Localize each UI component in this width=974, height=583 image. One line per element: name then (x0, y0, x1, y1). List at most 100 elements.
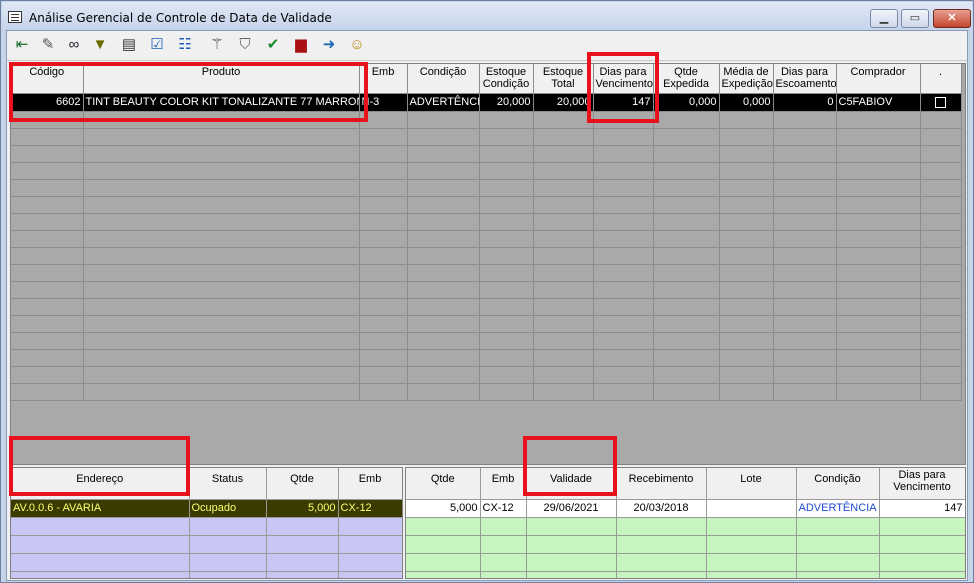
exit-icon[interactable]: ⇤ (10, 33, 34, 57)
printer-icon[interactable]: ▤ (117, 33, 141, 57)
col-status[interactable]: Status (189, 468, 267, 500)
col-flag[interactable]: . (920, 64, 962, 94)
export-icon[interactable]: ➜ (317, 33, 341, 57)
empty-cell (359, 179, 408, 197)
empty-row[interactable] (406, 571, 965, 578)
col-condicao[interactable]: Condição (796, 468, 880, 500)
user-report-icon[interactable]: ☺ (345, 33, 369, 57)
empty-row[interactable] (11, 332, 962, 350)
close-button[interactable]: ✕ (933, 9, 971, 28)
empty-row[interactable] (11, 145, 962, 163)
table-header: Endereço Status Qtde Emb (11, 468, 402, 500)
filter-icon[interactable]: ▼ (88, 33, 112, 57)
edit-pencil-icon[interactable]: ✎ (36, 33, 60, 57)
empty-cell (83, 298, 360, 316)
magic-wand-icon[interactable]: ⚚ (205, 33, 229, 57)
col-comprador[interactable]: Comprador (836, 64, 921, 94)
empty-cell (920, 315, 962, 333)
table-row[interactable]: AV.0.0.6 - AVARIA Ocupado 5,000 CX-12 (11, 499, 402, 518)
col-estoque-total[interactable]: Estoque Total (533, 64, 594, 94)
col-codigo[interactable]: Código (11, 64, 84, 94)
empty-cell (920, 230, 962, 248)
empty-row[interactable] (11, 111, 962, 129)
empty-row[interactable] (11, 281, 962, 299)
empty-row[interactable] (11, 196, 962, 214)
empty-cell (479, 230, 534, 248)
tree-list-icon[interactable]: ☷ (173, 33, 197, 57)
shield-icon[interactable]: ⛉ (233, 33, 257, 57)
col-emb[interactable]: Emb (480, 468, 527, 500)
cell-estoque-total: 20,000 (533, 93, 594, 112)
checkbox[interactable] (935, 96, 946, 108)
cell-comprador: C5FABIOV (836, 93, 921, 112)
col-emb[interactable]: Emb (359, 64, 408, 94)
empty-row[interactable] (406, 535, 965, 554)
col-lote[interactable]: Lote (706, 468, 797, 500)
empty-row[interactable] (11, 128, 962, 146)
empty-row[interactable] (11, 366, 962, 384)
empty-row[interactable] (11, 383, 962, 401)
empty-cell (407, 162, 480, 180)
empty-row[interactable] (11, 517, 402, 536)
empty-cell (593, 111, 654, 129)
col-condicao[interactable]: Condição (407, 64, 480, 94)
col-emb[interactable]: Emb (338, 468, 402, 500)
col-qtde-expedida[interactable]: Qtde Expedida (653, 64, 720, 94)
col-estoque-condicao[interactable]: Estoque Condição (479, 64, 534, 94)
binoculars-icon[interactable]: ∞ (62, 33, 86, 57)
empty-cell (479, 162, 534, 180)
minimize-button[interactable]: ▁ (870, 9, 898, 28)
empty-cell (407, 264, 480, 282)
col-dias-vencimento[interactable]: Dias para Vencimento (593, 64, 654, 94)
empty-cell (359, 111, 408, 129)
empty-cell (593, 179, 654, 197)
empty-row[interactable] (11, 535, 402, 554)
checklist-icon[interactable]: ☑ (145, 33, 169, 57)
truck-icon[interactable]: ▆ (289, 33, 313, 57)
address-grid[interactable]: Endereço Status Qtde Emb AV.0.0.6 - AVAR… (10, 467, 403, 579)
empty-row[interactable] (11, 315, 962, 333)
col-qtde[interactable]: Qtde (266, 468, 339, 500)
col-dias-vencimento[interactable]: Dias para Vencimento (879, 468, 965, 500)
product-grid[interactable]: Código Produto Emb Condição Estoque Cond… (10, 63, 966, 465)
empty-row[interactable] (11, 264, 962, 282)
title-bar[interactable]: Análise Gerencial de Controle de Data de… (2, 2, 972, 30)
empty-cell (836, 298, 921, 316)
col-qtde[interactable]: Qtde (406, 468, 481, 500)
empty-cell (593, 230, 654, 248)
cell-endereco: AV.0.0.6 - AVARIA (11, 499, 190, 518)
lot-grid[interactable]: Qtde Emb Validade Recebimento Lote Condi… (405, 467, 966, 579)
empty-cell (920, 332, 962, 350)
maximize-button[interactable]: ▭ (901, 9, 929, 28)
empty-cell (407, 145, 480, 163)
table-row[interactable]: 5,000 CX-12 29/06/2021 20/03/2018 ADVERT… (406, 499, 965, 518)
col-media-expedicao[interactable]: Média de Expedição (719, 64, 774, 94)
col-endereco[interactable]: Endereço (11, 468, 190, 500)
table-row[interactable]: 6602 TINT BEAUTY COLOR KIT TONALIZANTE 7… (11, 93, 962, 112)
empty-row[interactable] (11, 213, 962, 231)
col-produto[interactable]: Produto (83, 64, 360, 94)
empty-cell (920, 196, 962, 214)
col-validade[interactable]: Validade (526, 468, 617, 500)
empty-cell (593, 247, 654, 265)
empty-row[interactable] (11, 179, 962, 197)
empty-row[interactable] (11, 571, 402, 578)
empty-row[interactable] (11, 349, 962, 367)
empty-cell (533, 230, 594, 248)
empty-cell (836, 315, 921, 333)
empty-row[interactable] (11, 230, 962, 248)
cell-flag[interactable] (920, 93, 962, 112)
empty-cell (359, 281, 408, 299)
empty-row[interactable] (11, 298, 962, 316)
col-recebimento[interactable]: Recebimento (616, 468, 707, 500)
empty-cell (359, 145, 408, 163)
col-dias-escoamento[interactable]: Dias para Escoamento (773, 64, 837, 94)
shield-check-icon[interactable]: ✔ (261, 33, 285, 57)
empty-row[interactable] (11, 162, 962, 180)
empty-row[interactable] (406, 517, 965, 536)
empty-cell (526, 553, 617, 572)
empty-cell (773, 179, 837, 197)
empty-row[interactable] (11, 553, 402, 572)
empty-row[interactable] (11, 247, 962, 265)
empty-row[interactable] (406, 553, 965, 572)
